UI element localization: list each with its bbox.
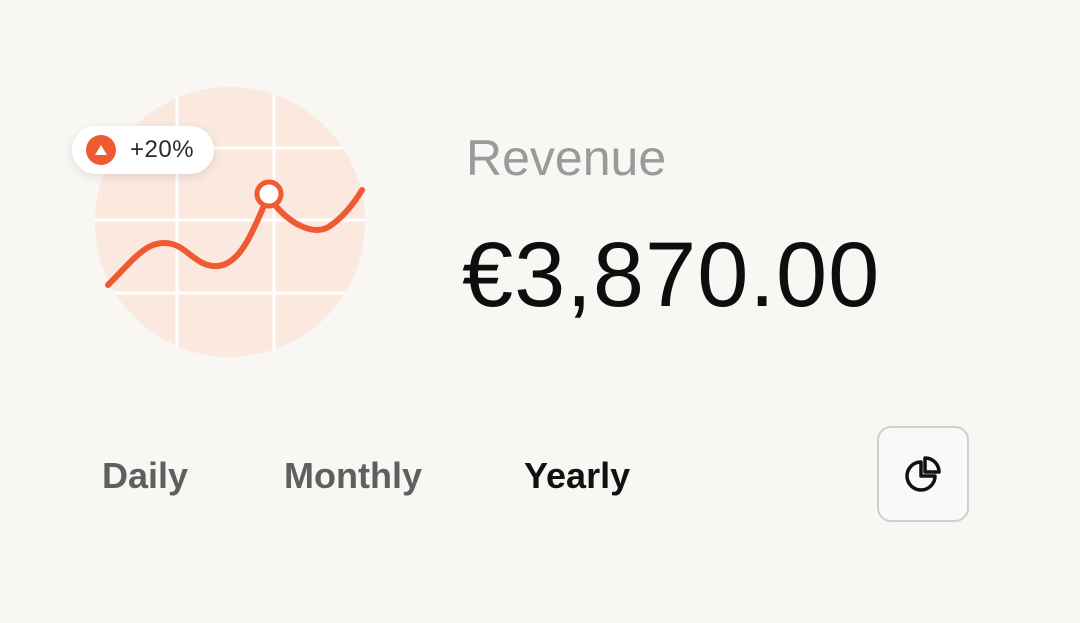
revenue-title: Revenue (466, 130, 667, 186)
change-badge: +20% (72, 126, 215, 174)
revenue-card: +20% Revenue €3,870.00 Daily Monthly Yea… (0, 0, 1080, 623)
pie-chart-icon (905, 456, 941, 492)
chart-view-button[interactable] (877, 426, 969, 522)
triangle-up-icon (86, 135, 116, 165)
trend-point-marker (254, 179, 284, 209)
trend-chart: +20% (60, 80, 380, 370)
change-percentage: +20% (130, 136, 195, 163)
tab-monthly[interactable]: Monthly (284, 450, 422, 502)
tab-daily[interactable]: Daily (102, 450, 188, 502)
tab-yearly[interactable]: Yearly (524, 450, 630, 502)
trend-chart-graphic (95, 87, 365, 357)
revenue-amount: €3,870.00 (462, 224, 881, 326)
